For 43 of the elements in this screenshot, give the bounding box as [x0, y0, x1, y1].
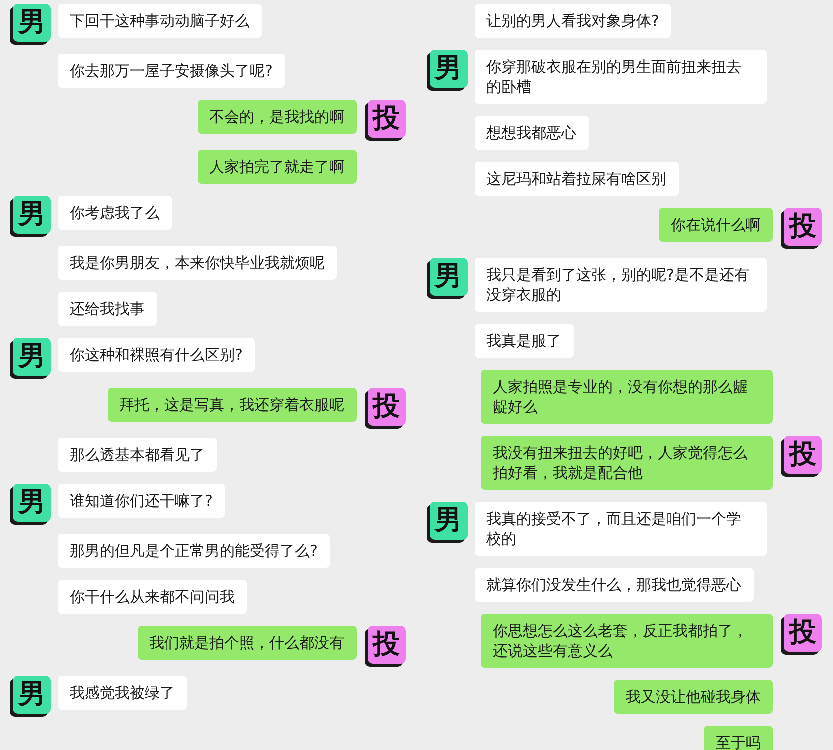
message-bubble: 下回干这种事动动脑子好么	[58, 4, 262, 38]
avatar: 男	[13, 196, 51, 234]
message-bubble: 我没有扭来扭去的好吧，人家觉得怎么拍好看，我就是配合他	[481, 436, 773, 490]
message-bubble: 想想我都恶心	[474, 116, 588, 150]
avatar: 投	[368, 626, 406, 664]
message-bubble: 我真是服了	[474, 324, 574, 358]
message-bubble: 不会的，是我找的啊	[198, 100, 356, 134]
message-bubble: 你干什么从来都不问问我	[58, 580, 247, 614]
avatar: 男	[13, 484, 51, 522]
message-bubble: 你考虑我了么	[58, 196, 172, 230]
avatar: 男	[430, 258, 468, 296]
avatar: 投	[368, 100, 406, 138]
avatar: 男	[13, 676, 51, 714]
avatar: 男	[13, 4, 51, 42]
message-bubble: 我们就是拍个照，什么都没有	[138, 626, 356, 660]
message-bubble: 你去那万一屋子安摄像头了呢?	[58, 54, 285, 88]
message-bubble: 你穿那破衣服在别的男生面前扭来扭去的卧槽	[474, 50, 766, 104]
message-bubble: 让别的男人看我对象身体?	[474, 4, 672, 38]
message-bubble: 我又没让他碰我身体	[614, 680, 773, 714]
message-bubble: 就算你们没发生什么，那我也觉得恶心	[474, 568, 754, 602]
message-bubble: 我只是看到了这张，别的呢?是不是还有没穿衣服的	[474, 258, 766, 312]
avatar: 男	[430, 50, 468, 88]
avatar: 投	[368, 388, 406, 426]
message-bubble: 至于吗	[704, 726, 773, 750]
message-bubble: 你思想怎么这么老套，反正我都拍了，还说这些有意义么	[481, 614, 773, 668]
message-bubble: 我感觉我被绿了	[58, 676, 187, 710]
message-bubble: 这尼玛和站着拉屎有啥区别	[474, 162, 678, 196]
message-bubble: 还给我找事	[58, 292, 157, 326]
avatar: 投	[784, 208, 822, 246]
message-bubble: 你在说什么啊	[659, 208, 773, 242]
avatar: 投	[784, 436, 822, 474]
message-bubble: 我是你男朋友，本来你快毕业我就烦呢	[58, 246, 337, 280]
message-bubble: 谁知道你们还干嘛了?	[58, 484, 225, 518]
message-bubble: 人家拍完了就走了啊	[198, 150, 356, 184]
message-bubble: 那男的但凡是个正常男的能受得了么?	[58, 534, 330, 568]
message-bubble: 我真的接受不了，而且还是咱们一个学校的	[474, 502, 766, 556]
avatar: 男	[13, 338, 51, 376]
avatar: 男	[430, 502, 468, 540]
avatar: 投	[784, 614, 822, 652]
message-bubble: 拜托，这是写真，我还穿着衣服呢	[108, 388, 356, 422]
message-bubble: 那么透基本都看见了	[58, 438, 217, 472]
message-bubble: 人家拍照是专业的，没有你想的那么龌龊好么	[481, 370, 773, 424]
message-bubble: 你这种和裸照有什么区别?	[58, 338, 255, 372]
